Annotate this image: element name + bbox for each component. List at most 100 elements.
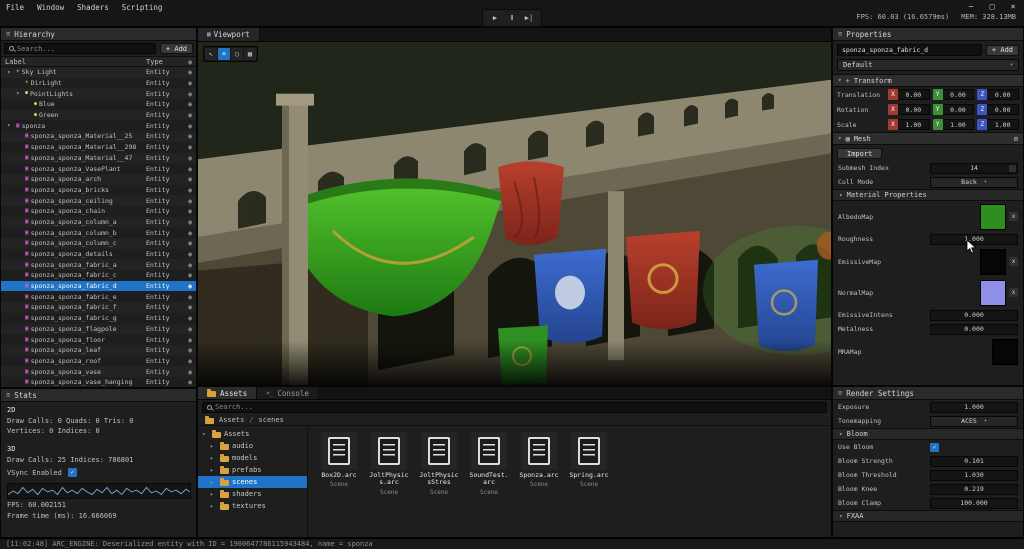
texture-swatch[interactable] [980, 204, 1006, 230]
hierarchy-row[interactable]: ▣ sponza_sponza_fabric_a Entity ◉ [1, 259, 196, 270]
visibility-eye-icon[interactable]: ◉ [180, 229, 192, 237]
play-button[interactable]: ▶ [488, 12, 502, 24]
expand-arrow-icon[interactable]: ▾ [202, 431, 209, 438]
hierarchy-row[interactable]: ▣ sponza_sponza_Material__25 Entity ◉ [1, 131, 196, 142]
snap-tool-button[interactable]: ▦ [244, 48, 256, 60]
visibility-eye-icon[interactable]: ◉ [180, 303, 192, 311]
hierarchy-row[interactable]: ● Green Entity ◉ [1, 110, 196, 121]
visibility-eye-icon[interactable]: ◉ [180, 90, 192, 98]
menu-item[interactable]: File [6, 3, 24, 12]
expand-arrow-icon[interactable]: ▸ [210, 443, 217, 450]
hierarchy-row[interactable]: ▣ sponza_sponza_column_c Entity ◉ [1, 238, 196, 249]
texture-swatch[interactable] [992, 339, 1018, 365]
visibility-eye-icon[interactable]: ◉ [180, 111, 192, 119]
folder-row[interactable]: ▸ textures [198, 500, 307, 512]
material-value-field[interactable]: 0.000 [930, 310, 1018, 321]
minimize-button[interactable]: − [965, 1, 977, 12]
add-component-button[interactable]: + Add [986, 45, 1019, 56]
visibility-eye-icon[interactable]: ◉ [180, 250, 192, 258]
expand-arrow-icon[interactable]: ▸ [210, 455, 217, 462]
visibility-eye-icon[interactable]: ◉ [180, 325, 192, 333]
axis-z-value[interactable]: 0.00 [987, 104, 1019, 115]
expand-arrow-icon[interactable]: ▾ [16, 90, 23, 97]
hierarchy-row[interactable]: ▣ sponza_sponza_fabric_e Entity ◉ [1, 291, 196, 302]
hierarchy-row[interactable]: ▣ sponza_sponza_bricks Entity ◉ [1, 185, 196, 196]
folder-row[interactable]: ▸ scenes [198, 476, 307, 488]
material-properties-header[interactable]: ▾ Material Properties [833, 189, 1023, 201]
hierarchy-row[interactable]: ▾ ▣ sponza Entity ◉ [1, 120, 196, 131]
visibility-eye-icon[interactable]: ◉ [180, 378, 192, 386]
expand-arrow-icon[interactable]: ▾ [7, 69, 14, 76]
hierarchy-row[interactable]: ▣ sponza_sponza_fabric_d Entity ◉ [1, 281, 196, 292]
visibility-eye-icon[interactable]: ◉ [180, 122, 192, 130]
preset-dropdown[interactable]: Default ▾ [837, 59, 1019, 71]
menu-item[interactable]: Scripting [122, 3, 163, 12]
expand-arrow-icon[interactable]: ▾ [7, 122, 14, 129]
expand-arrow-icon[interactable]: ▸ [210, 491, 217, 498]
gear-icon[interactable]: ⚙ [1014, 135, 1018, 143]
tab-assets[interactable]: Assets [198, 387, 257, 399]
visibility-eye-icon[interactable]: ◉ [180, 186, 192, 194]
asset-file-card[interactable]: JoltPhysicsStres Scene [418, 432, 460, 496]
hierarchy-row[interactable]: ▣ sponza_sponza_details Entity ◉ [1, 249, 196, 260]
visibility-eye-icon[interactable]: ◉ [180, 218, 192, 226]
breadcrumb-root[interactable]: Assets [219, 416, 244, 424]
axis-x-value[interactable]: 0.00 [898, 89, 930, 100]
visibility-eye-icon[interactable]: ◉ [180, 314, 192, 322]
hierarchy-row[interactable]: ▣ sponza_sponza_Material__47 Entity ◉ [1, 153, 196, 164]
hierarchy-row[interactable]: ▣ sponza_sponza_vase Entity ◉ [1, 366, 196, 377]
visibility-eye-icon[interactable]: ◉ [180, 79, 192, 87]
visibility-eye-icon[interactable]: ◉ [180, 154, 192, 162]
hierarchy-row[interactable]: ▣ sponza_sponza_column_a Entity ◉ [1, 217, 196, 228]
hierarchy-row[interactable]: ▣ sponza_sponza_fabric_f Entity ◉ [1, 302, 196, 313]
hierarchy-row[interactable]: ▣ sponza_sponza_flagpole Entity ◉ [1, 324, 196, 335]
transform-section-header[interactable]: ▾ + Transform [833, 74, 1023, 87]
axis-x-value[interactable]: 0.00 [898, 104, 930, 115]
remove-texture-button[interactable]: x [1009, 288, 1018, 297]
hierarchy-row[interactable]: ▣ sponza_sponza_ceiling Entity ◉ [1, 195, 196, 206]
axis-y-value[interactable]: 0.00 [943, 89, 975, 100]
axis-y-value[interactable]: 0.00 [943, 104, 975, 115]
axis-z-value[interactable]: 0.00 [987, 89, 1019, 100]
hierarchy-add-button[interactable]: + Add [160, 43, 193, 54]
hierarchy-row[interactable]: ● Blue Entity ◉ [1, 99, 196, 110]
maximize-button[interactable]: □ [986, 1, 998, 12]
vsync-checkbox[interactable]: ✓ [68, 468, 77, 477]
tab-console[interactable]: >_ Console [257, 387, 319, 399]
folder-row[interactable]: ▾ Assets [198, 428, 307, 440]
visibility-eye-icon[interactable]: ◉ [180, 100, 192, 108]
cull-mode-dropdown[interactable]: Back▾ [930, 177, 1018, 188]
visibility-eye-icon[interactable]: ◉ [180, 282, 192, 290]
asset-file-card[interactable]: Sponza.arc Scene [518, 432, 560, 488]
hierarchy-row[interactable]: ▣ sponza_sponza_vase_hanging Entity ◉ [1, 377, 196, 387]
expand-arrow-icon[interactable]: ▸ [210, 503, 217, 510]
visibility-eye-icon[interactable]: ◉ [180, 165, 192, 173]
assets-search-box[interactable] [202, 402, 827, 413]
material-value-field[interactable]: 1.000 [930, 234, 1018, 245]
step-button[interactable]: ▶| [522, 12, 536, 24]
visibility-eye-icon[interactable]: ◉ [180, 336, 192, 344]
breadcrumb-current[interactable]: scenes [259, 416, 284, 424]
menu-item[interactable]: Shaders [77, 3, 109, 12]
bloom-section-header[interactable]: ▾ Bloom [833, 428, 1023, 440]
asset-file-card[interactable]: SoundTest.arc Scene [468, 432, 510, 496]
assets-search-input[interactable] [215, 403, 822, 411]
visibility-eye-icon[interactable]: ◉ [180, 197, 192, 205]
hierarchy-row[interactable]: ▾ ☀ Sky Light Entity ◉ [1, 67, 196, 78]
hierarchy-row[interactable]: ▣ sponza_sponza_column_b Entity ◉ [1, 227, 196, 238]
entity-name-field[interactable]: sponza_sponza_fabric_d [837, 44, 982, 56]
material-value-field[interactable]: 0.000 [930, 324, 1018, 335]
bloom-setting-field[interactable]: 0.219 [930, 484, 1018, 495]
hierarchy-search-box[interactable] [4, 43, 156, 54]
use-bloom-checkbox[interactable]: ✓ [930, 443, 939, 452]
pause-button[interactable]: Ⅱ [505, 12, 519, 24]
visibility-eye-icon[interactable]: ◉ [180, 68, 192, 76]
axis-z-value[interactable]: 1.00 [987, 119, 1019, 130]
import-button[interactable]: Import [837, 148, 882, 159]
bloom-setting-field[interactable]: 100.000 [930, 498, 1018, 509]
tonemapping-dropdown[interactable]: ACES▾ [930, 416, 1018, 427]
visibility-eye-icon[interactable]: ◉ [180, 293, 192, 301]
expand-arrow-icon[interactable]: ▸ [210, 479, 217, 486]
expand-arrow-icon[interactable]: ▸ [210, 467, 217, 474]
hierarchy-row[interactable]: ☀ DirLight Entity ◉ [1, 78, 196, 89]
